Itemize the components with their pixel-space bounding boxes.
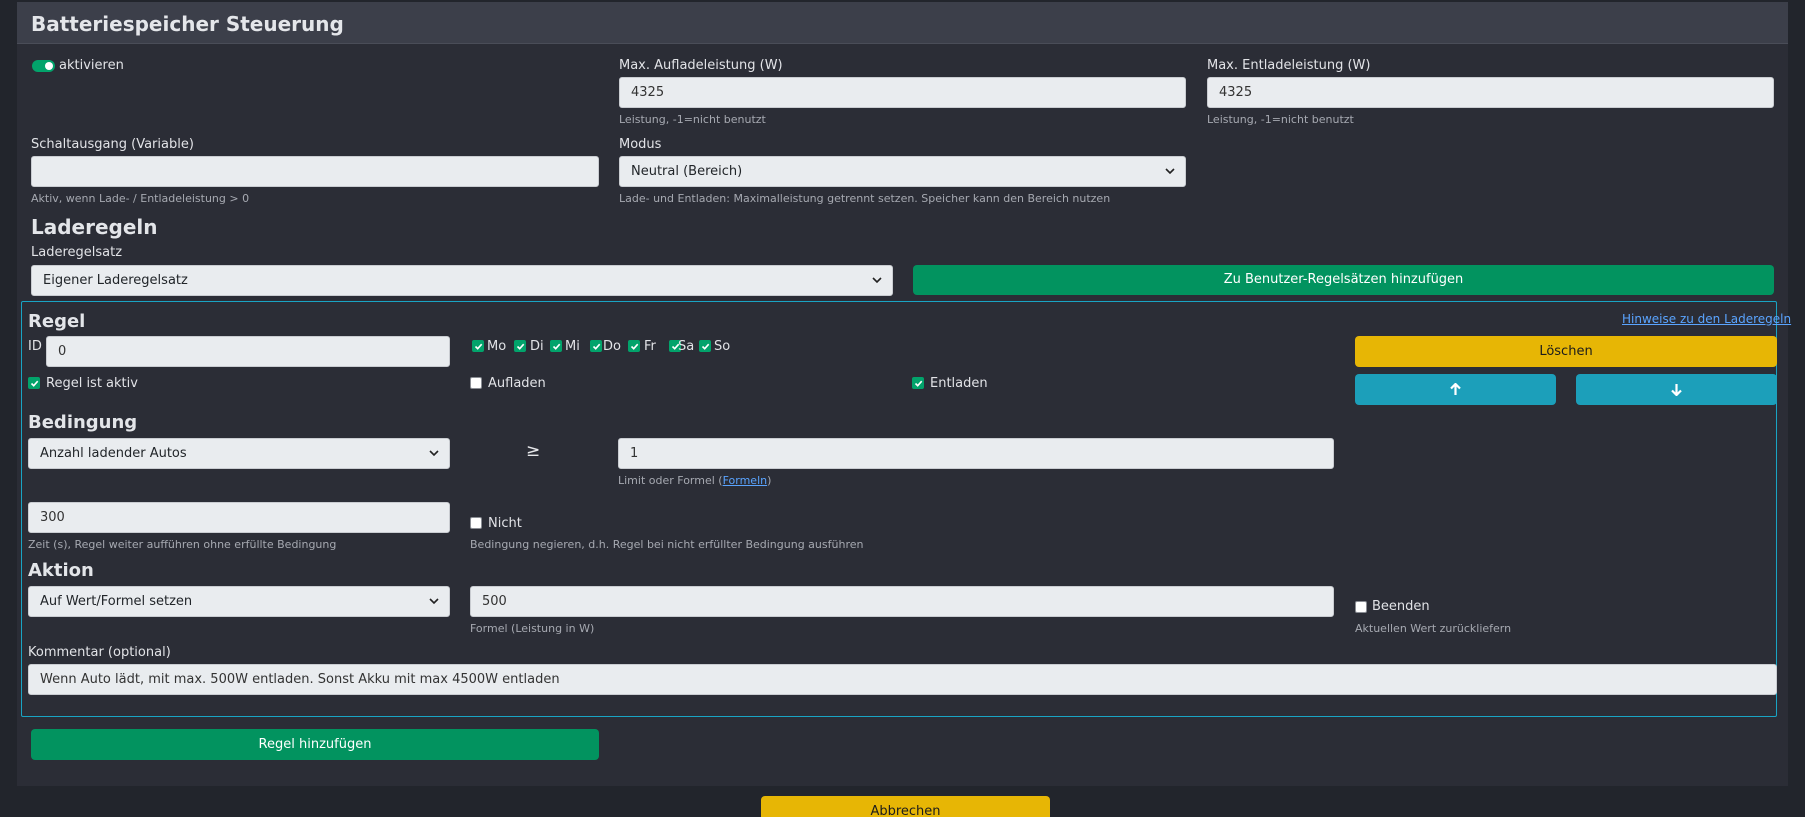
max-discharge-help: Leistung, -1=nicht benutzt [1207, 113, 1354, 126]
add-to-user-rulesets-button[interactable]: Zu Benutzer-Regelsätzen hinzufügen [913, 265, 1774, 295]
action-heading: Aktion [28, 560, 94, 581]
panel-header: Batteriespeicher Steuerung [17, 2, 1788, 44]
rule-hints-link[interactable]: Hinweise zu den Laderegeln [1622, 312, 1791, 326]
weekday-label-mi: Mi [565, 339, 580, 354]
max-discharge-input[interactable]: 4325 [1207, 77, 1774, 108]
condition-time-help: Zeit (s), Regel weiter aufführen ohne er… [28, 538, 337, 551]
charge-label: Aufladen [488, 376, 546, 391]
discharge-checkbox[interactable] [912, 377, 924, 389]
ruleset-label: Laderegelsatz [31, 245, 123, 260]
switch-output-input[interactable] [31, 156, 599, 187]
weekday-checkbox-mi[interactable] [550, 340, 562, 352]
move-up-button[interactable] [1355, 374, 1556, 405]
weekday-checkbox-mo[interactable] [472, 340, 484, 352]
chevron-down-icon [429, 450, 439, 457]
activate-label: aktivieren [59, 58, 124, 73]
action-formula-help: Formel (Leistung in W) [470, 622, 595, 635]
weekday-checkbox-do[interactable] [590, 340, 602, 352]
mode-select[interactable]: Neutral (Bereich) [619, 156, 1186, 187]
negate-label: Nicht [488, 516, 522, 531]
negate-checkbox[interactable] [470, 517, 482, 529]
end-help: Aktuellen Wert zurückliefern [1355, 622, 1512, 635]
weekday-label-sa: Sa [678, 339, 695, 354]
end-checkbox[interactable] [1355, 601, 1367, 613]
rule-active-checkbox[interactable] [28, 377, 40, 389]
max-discharge-label: Max. Entladeleistung (W) [1207, 58, 1371, 73]
limit-help-prefix: Limit oder Formel ( [618, 474, 723, 487]
chevron-down-icon [872, 277, 882, 284]
discharge-label: Entladen [930, 376, 988, 391]
chevron-down-icon [429, 598, 439, 605]
switch-output-help: Aktiv, wenn Lade- / Entladeleistung > 0 [31, 192, 250, 205]
chevron-down-icon [1165, 168, 1175, 175]
activate-toggle[interactable] [32, 60, 55, 72]
panel-title: Batteriespeicher Steuerung [31, 12, 344, 36]
mode-select-value: Neutral (Bereich) [631, 164, 743, 179]
rule-active-label: Regel ist aktiv [46, 376, 138, 391]
condition-select-value: Anzahl ladender Autos [40, 446, 187, 461]
condition-heading: Bedingung [28, 412, 138, 433]
switch-output-label: Schaltausgang (Variable) [31, 137, 194, 152]
weekday-checkbox-di[interactable] [514, 340, 526, 352]
action-select-value: Auf Wert/Formel setzen [40, 594, 193, 609]
cancel-button[interactable]: Abbrechen [761, 796, 1050, 817]
move-down-button[interactable] [1576, 374, 1777, 405]
max-charge-label: Max. Aufladeleistung (W) [619, 58, 783, 73]
condition-limit-help: Limit oder Formel (Formeln) [618, 474, 771, 487]
weekday-label-mo: Mo [487, 339, 507, 354]
formulas-link[interactable]: Formeln [723, 474, 768, 487]
comment-input[interactable]: Wenn Auto lädt, mit max. 500W entladen. … [28, 664, 1777, 695]
condition-limit-input[interactable]: 1 [618, 438, 1334, 469]
weekday-label-do: Do [603, 339, 621, 354]
ruleset-select[interactable]: Eigener Laderegelsatz [31, 265, 893, 296]
action-select[interactable]: Auf Wert/Formel setzen [28, 586, 450, 617]
action-formula-input[interactable]: 500 [470, 586, 1334, 617]
weekday-checkbox-so[interactable] [699, 340, 711, 352]
condition-time-input[interactable]: 300 [28, 502, 450, 533]
rule-heading: Regel [28, 311, 86, 332]
max-charge-help: Leistung, -1=nicht benutzt [619, 113, 766, 126]
mode-label: Modus [619, 137, 662, 152]
arrow-down-icon [1671, 384, 1682, 396]
ruleset-select-value: Eigener Laderegelsatz [43, 273, 188, 288]
delete-rule-button[interactable]: Löschen [1355, 336, 1777, 367]
add-rule-button[interactable]: Regel hinzufügen [31, 729, 599, 760]
condition-select[interactable]: Anzahl ladender Autos [28, 438, 450, 469]
weekday-label-so: So [714, 339, 731, 354]
charge-checkbox[interactable] [470, 377, 482, 389]
arrow-up-icon [1450, 383, 1461, 395]
rule-id-label: ID [28, 339, 42, 354]
charge-rules-heading: Laderegeln [31, 215, 158, 239]
comment-label: Kommentar (optional) [28, 645, 171, 660]
weekday-checkbox-fr[interactable] [628, 340, 640, 352]
limit-help-suffix: ) [767, 474, 772, 487]
weekday-label-di: Di [530, 339, 544, 354]
rule-id-input[interactable]: 0 [46, 336, 450, 367]
mode-help: Lade- und Entladen: Maximalleistung getr… [619, 192, 1111, 205]
max-charge-input[interactable]: 4325 [619, 77, 1186, 108]
weekday-label-fr: Fr [644, 339, 656, 354]
condition-operator: ≥ [526, 441, 541, 461]
end-label: Beenden [1372, 599, 1430, 614]
negate-help: Bedingung negieren, d.h. Regel bei nicht… [470, 538, 864, 551]
